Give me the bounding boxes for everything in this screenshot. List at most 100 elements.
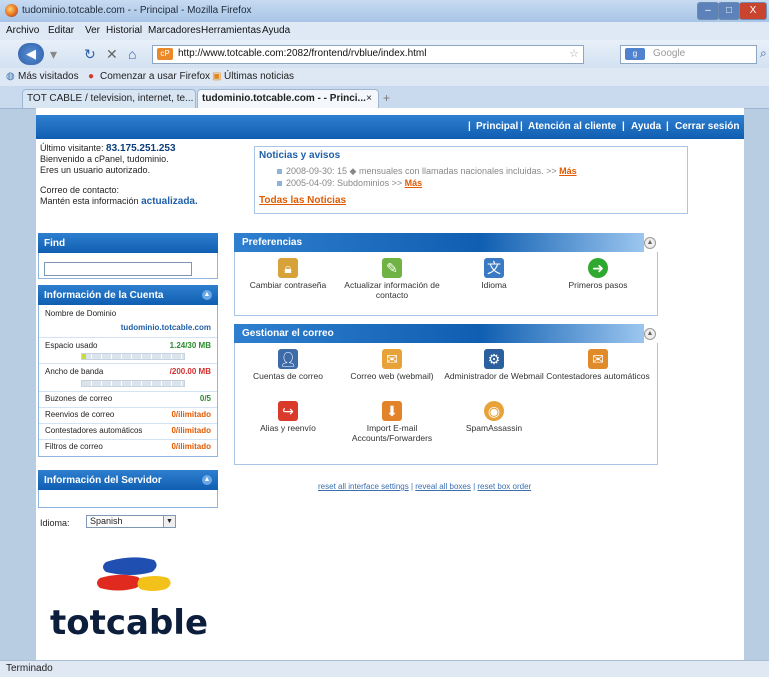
minimize-button[interactable]: – bbox=[697, 2, 719, 20]
news-more-link[interactable]: Más bbox=[405, 178, 423, 188]
server-info-box bbox=[38, 490, 218, 508]
menu-historial[interactable]: Historial bbox=[106, 25, 142, 36]
logo-wordmark: totcable bbox=[50, 603, 208, 643]
news-item: 2005-04-09: Subdominios >> Más bbox=[277, 178, 422, 188]
firefox-bookmark-icon: ● bbox=[88, 71, 95, 82]
webmail-admin-item[interactable]: ⚙ Administrador de Webmail bbox=[441, 349, 547, 381]
webmail-item[interactable]: ✉ Correo web (webmail) bbox=[339, 349, 445, 381]
home-icon[interactable]: ⌂ bbox=[128, 46, 136, 62]
rss-icon: ▣ bbox=[212, 71, 222, 82]
nav-ayuda[interactable]: Ayuda bbox=[631, 121, 661, 132]
bookmark-most-visited[interactable]: Más visitados bbox=[18, 71, 79, 82]
autoresponder-icon: ✉ bbox=[588, 349, 608, 369]
account-info-header[interactable]: Información de la Cuenta ▲ bbox=[38, 285, 218, 305]
tab-totcable[interactable]: TOT CABLE / television, internet, te... bbox=[22, 89, 196, 108]
autoresponders-item[interactable]: ✉ Contestadores automáticos bbox=[545, 349, 651, 381]
search-icon[interactable]: ⌕ bbox=[760, 46, 767, 61]
mail-accounts-icon: 👤︎ bbox=[278, 349, 298, 369]
url-bar[interactable]: cP http://www.totcable.com:2082/frontend… bbox=[152, 45, 584, 64]
update-contact-link[interactable]: actualizada. bbox=[141, 196, 198, 207]
menu-bar: Archivo Editar Ver Historial Marcadores … bbox=[0, 22, 769, 40]
stop-icon[interactable]: ✕ bbox=[106, 46, 118, 63]
autoresponders-row: Contestadores automáticos 0/ilimitado bbox=[39, 423, 217, 440]
forwarders-item[interactable]: ↪ Alias y reenvío bbox=[235, 401, 341, 433]
import-accounts-item[interactable]: ⬇ Import E-mail Accounts/Forwarders bbox=[339, 401, 445, 443]
mail-header[interactable]: Gestionar el correo bbox=[234, 324, 644, 343]
tab-close-icon[interactable]: × bbox=[366, 90, 372, 108]
nav-principal[interactable]: Principal bbox=[476, 121, 518, 132]
collapse-icon[interactable]: ▲ bbox=[644, 237, 656, 249]
close-button[interactable]: X bbox=[739, 2, 767, 20]
news-more-link[interactable]: Más bbox=[559, 166, 577, 176]
url-text: http://www.totcable.com:2082/frontend/rv… bbox=[178, 48, 427, 59]
contact-update-icon: ✎ bbox=[382, 258, 402, 278]
language-item[interactable]: 文 Idioma bbox=[441, 258, 547, 290]
menu-ver[interactable]: Ver bbox=[85, 25, 100, 36]
getting-started-item[interactable]: ➜ Primeros pasos bbox=[545, 258, 651, 290]
tab-bar: TOT CABLE / television, internet, te... … bbox=[0, 86, 769, 109]
keep-info-text: Mantén esta información bbox=[40, 196, 139, 206]
language-label: Idioma: bbox=[40, 518, 70, 528]
bandwidth-usage-bar bbox=[81, 380, 185, 387]
tab-label: tudominio.totcable.com - - Princi... bbox=[202, 93, 366, 104]
forwarders-row: Reenvios de correo 0/ilimitado bbox=[39, 407, 217, 424]
find-header: Find bbox=[38, 233, 218, 253]
news-item: 2008-09-30: 15 ◆ mensuales con llamadas … bbox=[277, 166, 577, 177]
last-visitor-label: Último visitante: bbox=[40, 143, 104, 153]
import-icon: ⬇ bbox=[382, 401, 402, 421]
menu-herramientas[interactable]: Herramientas bbox=[201, 25, 261, 36]
menu-archivo[interactable]: Archivo bbox=[6, 25, 39, 36]
dropdown-history-icon[interactable]: ▾ bbox=[50, 46, 57, 63]
reveal-boxes-link[interactable]: reveal all boxes bbox=[415, 482, 471, 491]
bookmarks-bar: ◍ Más visitados ● Comenzar a usar Firefo… bbox=[0, 68, 769, 86]
preferences-box: 🔒︎ Cambiar contraseña ✎ Actualizar infor… bbox=[234, 252, 658, 316]
all-news-link[interactable]: Todas las Noticias bbox=[259, 195, 346, 206]
language-select[interactable]: Spanish ▼ bbox=[86, 515, 176, 528]
disk-space-row: Espacio usado 1.24/30 MB bbox=[39, 337, 217, 364]
update-contact-item[interactable]: ✎ Actualizar información de contacto bbox=[339, 258, 445, 300]
back-icon[interactable]: ◀ bbox=[18, 43, 44, 65]
bookmark-star-icon[interactable]: ☆ bbox=[569, 47, 579, 60]
mail-box: 👤︎ Cuentas de correo ✉ Correo web (webma… bbox=[234, 343, 658, 465]
server-info-header[interactable]: Información del Servidor ▲ bbox=[38, 470, 218, 490]
contact-email-label: Correo de contacto: bbox=[40, 185, 120, 195]
getting-started-icon: ➜ bbox=[588, 258, 608, 278]
cpanel-favicon-icon: cP bbox=[157, 48, 173, 60]
bookmark-getting-started[interactable]: Comenzar a usar Firefox bbox=[100, 71, 210, 82]
domain-value[interactable]: tudominio.totcable.com bbox=[121, 323, 211, 332]
top-navigation: | Principal | Atención al cliente | Ayud… bbox=[36, 115, 744, 139]
new-tab-icon[interactable]: + bbox=[383, 91, 390, 105]
menu-marcadores[interactable]: Marcadores bbox=[148, 25, 201, 36]
change-password-item[interactable]: 🔒︎ Cambiar contraseña bbox=[235, 258, 341, 290]
status-bar: Terminado bbox=[0, 660, 769, 677]
spamassassin-item[interactable]: ◉ SpamAssassin bbox=[441, 401, 547, 433]
webmail-admin-icon: ⚙ bbox=[484, 349, 504, 369]
collapse-up-icon[interactable]: ▲ bbox=[202, 475, 212, 485]
welcome-text: Bienvenido a cPanel, tudominio. bbox=[40, 154, 169, 164]
reset-interface-link[interactable]: reset all interface settings bbox=[318, 482, 409, 491]
find-input[interactable] bbox=[44, 262, 192, 276]
menu-ayuda[interactable]: Ayuda bbox=[262, 25, 290, 36]
forwarder-icon: ↪ bbox=[278, 401, 298, 421]
maximize-button[interactable]: □ bbox=[718, 2, 740, 20]
mail-accounts-item[interactable]: 👤︎ Cuentas de correo bbox=[235, 349, 341, 381]
webmail-icon: ✉ bbox=[382, 349, 402, 369]
collapse-up-icon[interactable]: ▲ bbox=[202, 290, 212, 300]
bandwidth-row: Ancho de banda /200.00 MB bbox=[39, 363, 217, 392]
preferences-header[interactable]: Preferencias bbox=[234, 233, 644, 252]
last-visitor-ip: 83.175.251.253 bbox=[106, 143, 176, 154]
google-search-engine-icon[interactable]: g bbox=[625, 48, 645, 60]
menu-editar[interactable]: Editar bbox=[48, 25, 74, 36]
bookmark-latest-news[interactable]: Últimas noticias bbox=[224, 71, 294, 82]
reset-links: reset all interface settings | reveal al… bbox=[318, 482, 532, 491]
nav-cerrar-sesion[interactable]: Cerrar sesión bbox=[675, 121, 739, 132]
collapse-icon[interactable]: ▲ bbox=[644, 328, 656, 340]
reload-icon[interactable]: ↻ bbox=[84, 46, 96, 63]
tab-label: TOT CABLE / television, internet, te... bbox=[27, 93, 194, 104]
status-text: Terminado bbox=[6, 663, 53, 674]
tab-cpanel[interactable]: tudominio.totcable.com - - Princi... × bbox=[197, 89, 379, 108]
search-box[interactable]: g Google bbox=[620, 45, 757, 64]
account-info-box: Nombre de Dominio tudominio.totcable.com… bbox=[38, 305, 218, 457]
reset-box-order-link[interactable]: reset box order bbox=[477, 482, 531, 491]
nav-atencion-cliente[interactable]: Atención al cliente bbox=[528, 121, 616, 132]
